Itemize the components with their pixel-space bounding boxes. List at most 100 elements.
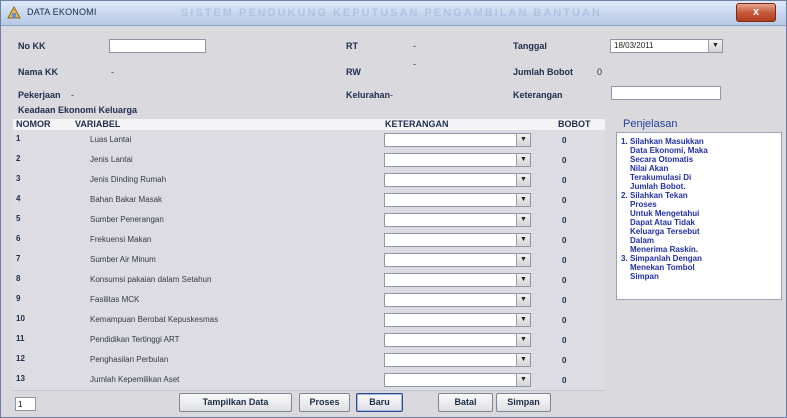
keterangan-dropdown[interactable]: ▼ [384,133,531,147]
simpan-button[interactable]: Simpan [496,393,551,412]
table-row: 11 Pendidikan Tertinggi ART ▼ 0 [13,330,605,351]
penjelasan-title: Penjelasan [623,118,678,130]
dropdown-arrow-icon[interactable]: ▼ [708,40,722,52]
row-bobot: 0 [562,316,567,325]
row-variabel: Sumber Penerangan [90,215,164,224]
dropdown-arrow-icon[interactable]: ▼ [516,194,530,206]
tanggal-datepicker[interactable]: 18/03/2011 ▼ [610,39,723,53]
row-number: 5 [16,214,21,223]
keterangan-dropdown[interactable]: ▼ [384,333,531,347]
dropdown-arrow-icon[interactable]: ▼ [516,334,530,346]
penjelasan-line: Menerima Raskin. [630,245,699,254]
table-row: 10 Kemampuan Berobat Kepuskesmas ▼ 0 [13,310,605,331]
penjelasan-line: Simpan [630,272,659,281]
table-row: 12 Penghasilan Perbulan ▼ 0 [13,350,605,371]
keterangan-input[interactable] [611,86,721,100]
row-number: 11 [16,334,25,343]
rw-label: RW [346,67,361,77]
penjelasan-line: Proses [630,200,657,209]
batal-button[interactable]: Batal [438,393,493,412]
row-number: 6 [16,234,21,243]
row-variabel: Jenis Lantai [90,155,133,164]
dropdown-arrow-icon[interactable]: ▼ [516,374,530,386]
row-bobot: 0 [562,176,567,185]
penjelasan-line: Secara Otomatis [630,155,694,164]
dropdown-arrow-icon[interactable]: ▼ [516,274,530,286]
keterangan-dropdown[interactable]: ▼ [384,353,531,367]
keterangan-dropdown[interactable]: ▼ [384,233,531,247]
keterangan-dropdown[interactable]: ▼ [384,193,531,207]
keterangan-dropdown[interactable]: ▼ [384,293,531,307]
keterangan-dropdown[interactable]: ▼ [384,313,531,327]
keterangan-dropdown[interactable]: ▼ [384,173,531,187]
record-counter-input[interactable] [15,397,36,411]
penjelasan-item-text: Silahkan Tekan [630,191,688,200]
row-variabel: Pendidikan Tertinggi ART [90,335,180,344]
table-row: 8 Konsumsi pakaian dalam Setahun ▼ 0 [13,270,605,291]
penjelasan-line: Keluarga Tersebut [630,227,700,236]
window-banner: SISTEM PENDUKUNG KEPUTUSAN PENGAMBILAN B… [181,7,602,19]
penjelasan-item: 2. Silahkan Tekan [621,191,777,200]
row-number: 3 [16,174,21,183]
jumlah-bobot-label: Jumlah Bobot [513,67,573,77]
row-number: 4 [16,194,21,203]
penjelasan-line: Data Ekonomi, Maka [630,146,708,155]
penjelasan-line: Jumlah Bobot. [630,182,686,191]
row-number: 8 [16,274,21,283]
table-row: 2 Jenis Lantai ▼ 0 [13,150,605,171]
penjelasan-list: 1. Silahkan Masukkan Data Ekonomi, Maka S… [621,137,777,281]
penjelasan-item-number: 3. [621,254,628,263]
row-number: 10 [16,314,25,323]
dropdown-arrow-icon[interactable]: ▼ [516,254,530,266]
proses-button[interactable]: Proses [299,393,350,412]
penjelasan-line: Dapat Atau Tidak [630,218,695,227]
baru-button[interactable]: Baru [356,393,403,412]
rt-label: RT [346,41,358,51]
keterangan-dropdown[interactable]: ▼ [384,253,531,267]
penjelasan-item-number: 2. [621,191,628,200]
row-variabel: Bahan Bakar Masak [90,195,163,204]
row-bobot: 0 [562,356,567,365]
section-title: Keadaan Ekonomi Keluarga [18,105,138,115]
row-bobot: 0 [562,296,567,305]
row-bobot: 0 [562,136,567,145]
title-bar: DATA EKONOMI SISTEM PENDUKUNG KEPUTUSAN … [1,1,786,26]
table-row: 4 Bahan Bakar Masak ▼ 0 [13,190,605,211]
row-variabel: Konsumsi pakaian dalam Setahun [90,275,212,284]
dropdown-arrow-icon[interactable]: ▼ [516,134,530,146]
row-number: 12 [16,354,25,363]
dropdown-arrow-icon[interactable]: ▼ [516,294,530,306]
dropdown-arrow-icon[interactable]: ▼ [516,214,530,226]
header-variabel: VARIABEL [75,119,121,129]
table-row: 7 Sumber Air Minum ▼ 0 [13,250,605,271]
row-variabel: Fasilitas MCK [90,295,140,304]
pekerjaan-value: - [71,90,74,100]
nama-kk-label: Nama KK [18,67,59,77]
keterangan-dropdown[interactable]: ▼ [384,153,531,167]
table-row: 3 Jenis Dinding Rumah ▼ 0 [13,170,605,191]
no-kk-label: No KK [18,41,46,51]
row-variabel: Kemampuan Berobat Kepuskesmas [90,315,219,324]
row-variabel: Frekuensi Makan [90,235,152,244]
tampilkan-data-button[interactable]: Tampilkan Data [179,393,292,412]
row-number: 13 [16,374,25,383]
row-number: 7 [16,254,21,263]
keterangan-dropdown[interactable]: ▼ [384,373,531,387]
row-bobot: 0 [562,276,567,285]
dropdown-arrow-icon[interactable]: ▼ [516,174,530,186]
row-number: 2 [16,154,21,163]
table-row: 1 Luas Lantai ▼ 0 [13,130,605,151]
dropdown-arrow-icon[interactable]: ▼ [516,154,530,166]
penjelasan-item-text: Silahkan Masukkan [630,137,704,146]
close-button[interactable]: x [736,3,776,22]
row-bobot: 0 [562,336,567,345]
penjelasan-line: Terakumulasi Di [630,173,692,182]
keterangan-dropdown[interactable]: ▼ [384,213,531,227]
no-kk-input[interactable] [109,39,206,53]
keterangan-dropdown[interactable]: ▼ [384,273,531,287]
header-keterangan: KETERANGAN [385,119,449,129]
dropdown-arrow-icon[interactable]: ▼ [516,314,530,326]
dropdown-arrow-icon[interactable]: ▼ [516,354,530,366]
dropdown-arrow-icon[interactable]: ▼ [516,234,530,246]
window-title: DATA EKONOMI [27,7,97,17]
